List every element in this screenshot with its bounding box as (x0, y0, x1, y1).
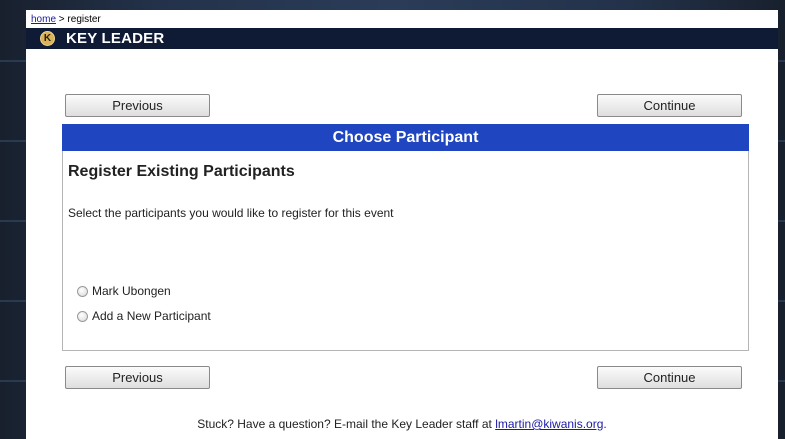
participant-panel: Register Existing Participants Select th… (62, 151, 749, 351)
participant-option-existing[interactable]: Mark Ubongen (77, 284, 171, 298)
kiwanis-logo-icon: K (40, 31, 55, 46)
page-frame: home > register K KEY LEADER Previous Co… (26, 10, 778, 439)
help-suffix: . (603, 417, 607, 431)
staff-email-link[interactable]: lmartin@kiwanis.org (495, 417, 603, 431)
breadcrumb: home > register (31, 14, 101, 25)
panel-heading: Register Existing Participants (68, 163, 295, 180)
brand-title: KEY LEADER (66, 30, 165, 47)
breadcrumb-current: register (67, 14, 101, 25)
participant-option-label: Add a New Participant (92, 309, 211, 323)
continue-button-top[interactable]: Continue (597, 94, 742, 117)
breadcrumb-home-link[interactable]: home (31, 14, 56, 25)
continue-button-bottom[interactable]: Continue (597, 366, 742, 389)
breadcrumb-separator: > (56, 14, 68, 25)
help-footer: Stuck? Have a question? E-mail the Key L… (26, 417, 778, 431)
participant-option-label: Mark Ubongen (92, 284, 171, 298)
radio-button-icon[interactable] (77, 310, 88, 322)
previous-button-bottom[interactable]: Previous (65, 366, 210, 389)
previous-button-top[interactable]: Previous (65, 94, 210, 117)
section-header: Choose Participant (62, 124, 749, 151)
help-prompt: Stuck? Have a question? E-mail the Key L… (197, 417, 496, 431)
brand-bar: K KEY LEADER (26, 28, 778, 49)
panel-description: Select the participants you would like t… (68, 206, 394, 220)
participant-option-new[interactable]: Add a New Participant (77, 309, 211, 323)
radio-button-icon[interactable] (77, 285, 88, 297)
